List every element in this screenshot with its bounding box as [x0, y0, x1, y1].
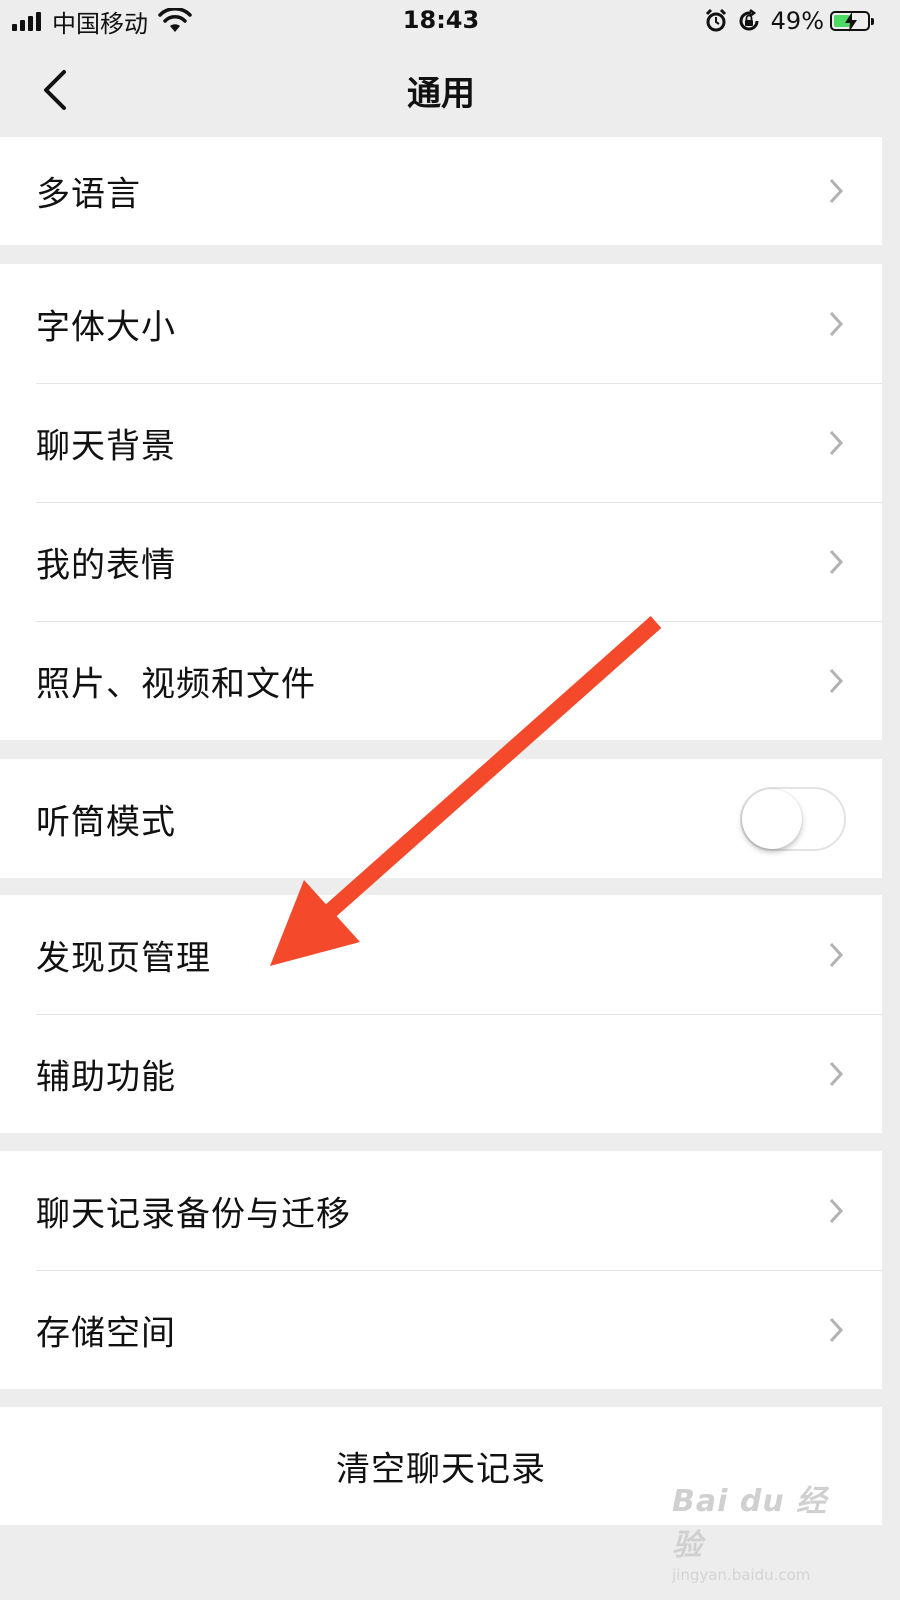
list-item-label: 存储空间	[36, 1313, 176, 1353]
list-item-photos-videos-files[interactable]: 照片、视频和文件	[0, 621, 882, 740]
list-item-label: 多语言	[36, 174, 141, 215]
chevron-right-icon	[829, 178, 844, 204]
chevron-right-icon	[829, 1061, 844, 1086]
divider	[36, 1270, 882, 1271]
list-item-label: 发现页管理	[36, 938, 211, 978]
chevron-right-icon	[829, 549, 844, 574]
list-item-label: 听筒模式	[36, 802, 176, 842]
chevron-right-icon	[829, 430, 844, 455]
chevron-right-icon	[829, 311, 844, 336]
watermark-url: jingyan.baidu.com	[672, 1566, 811, 1584]
list-item-language[interactable]: 多语言	[0, 137, 882, 245]
list-item-label: 字体大小	[36, 307, 176, 347]
divider	[36, 383, 882, 384]
list-item-label: 辅助功能	[36, 1057, 176, 1097]
chevron-right-icon	[829, 942, 844, 967]
list-item-discover-management[interactable]: 发现页管理	[0, 895, 882, 1014]
settings-group-earpiece: 听筒模式	[0, 759, 882, 878]
watermark-logo: Bai du 经验	[672, 1484, 828, 1563]
divider	[36, 621, 882, 622]
settings-group-storage: 聊天记录备份与迁移 存储空间	[0, 1151, 882, 1389]
list-item-chat-backup[interactable]: 聊天记录备份与迁移	[0, 1151, 882, 1270]
baidu-jingyan-watermark: Bai du 经验 jingyan.baidu.com	[672, 1476, 852, 1584]
settings-group-discover: 发现页管理 辅助功能	[0, 895, 882, 1133]
divider	[36, 1014, 882, 1015]
earpiece-mode-toggle[interactable]	[740, 786, 846, 851]
page-title: 通用	[407, 74, 475, 114]
list-item-chat-background[interactable]: 聊天背景	[0, 383, 882, 502]
list-item-label: 聊天背景	[36, 426, 176, 466]
list-item-storage[interactable]: 存储空间	[0, 1270, 882, 1389]
status-bar: 中国移动 18:43 49%	[0, 0, 882, 42]
toggle-knob	[742, 788, 802, 849]
divider	[36, 502, 882, 503]
list-item-earpiece-mode: 听筒模式	[0, 759, 882, 878]
chevron-right-icon	[829, 668, 844, 693]
navigation-bar: 通用	[0, 42, 882, 136]
battery-charging-icon	[830, 11, 874, 32]
list-item-label: 照片、视频和文件	[36, 664, 316, 704]
list-item-label: 聊天记录备份与迁移	[36, 1194, 351, 1234]
settings-group-display: 字体大小 聊天背景 我的表情 照片、视频和文件	[0, 264, 882, 740]
alarm-icon	[705, 9, 726, 32]
rotation-lock-icon	[739, 9, 759, 31]
chevron-right-icon	[829, 1198, 844, 1223]
list-item-font-size[interactable]: 字体大小	[0, 264, 882, 383]
battery-percent: 49%	[770, 7, 824, 35]
chevron-right-icon	[829, 1317, 844, 1342]
list-item-label: 我的表情	[36, 545, 176, 585]
settings-group-language: 多语言	[0, 137, 882, 245]
list-item-my-stickers[interactable]: 我的表情	[0, 502, 882, 621]
list-item-accessibility[interactable]: 辅助功能	[0, 1014, 882, 1133]
